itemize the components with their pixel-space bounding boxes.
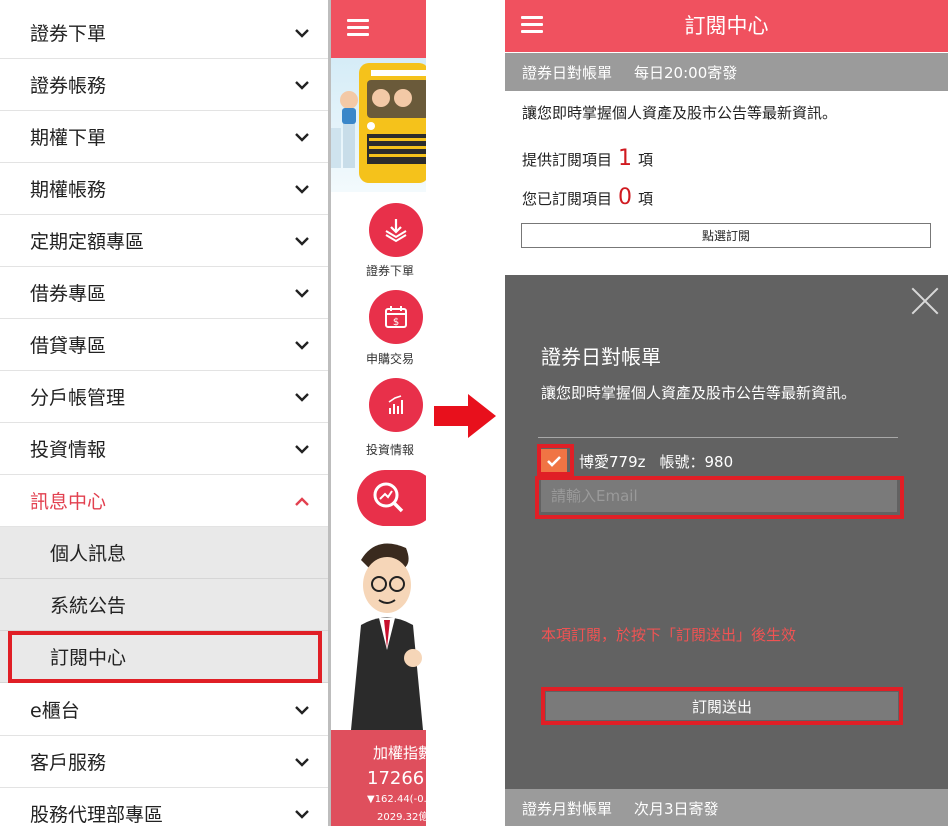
subscribed-prefix: 您已訂閱項目 xyxy=(522,190,613,208)
investment-info-shortcut[interactable] xyxy=(369,378,423,432)
subscription-note: 本項訂閱，於按下「訂閱送出」後生效 xyxy=(541,626,797,644)
subscribe-modal: 證券日對帳單 讓您即時掌握個人資產及股市公告等最新資訊。 博愛779z 帳號：9… xyxy=(505,275,948,789)
shortcut-label: 申購交易 xyxy=(365,352,414,366)
menu-item-label: 分戶帳管理 xyxy=(30,387,126,409)
account-number: 帳號：980 xyxy=(659,452,734,471)
subscribed-suffix: 項 xyxy=(638,190,654,208)
ipo-subscription-shortcut[interactable]: $ xyxy=(369,290,423,344)
menu-item-regular-investment[interactable]: 定期定額專區 xyxy=(0,215,328,267)
subscribed-count: 0 xyxy=(618,185,633,210)
chevron-down-icon xyxy=(276,232,328,250)
menu-item-label: 訊息中心 xyxy=(30,491,107,513)
section-schedule: 每日20:00寄發 xyxy=(634,63,738,82)
page-title: 訂閱中心 xyxy=(684,14,769,38)
submenu-item-personal-messages[interactable]: 個人訊息 xyxy=(0,527,328,579)
menu-item-label: 期權下單 xyxy=(30,127,107,149)
app-header: 訂閱中心 xyxy=(505,0,948,52)
submenu-item-label: 個人訊息 xyxy=(50,543,127,565)
menu-item-label: 投資情報 xyxy=(30,439,107,461)
chevron-down-icon xyxy=(276,128,328,146)
index-change: ▼162.44(-0.9 xyxy=(367,794,426,805)
chevron-down-icon xyxy=(276,180,328,198)
offered-prefix: 提供訂閱項目 xyxy=(522,151,613,169)
menu-item-message-center[interactable]: 訊息中心 xyxy=(0,475,328,527)
chevron-down-icon xyxy=(276,753,328,771)
menu-item-e-counter[interactable]: e櫃台 xyxy=(0,684,328,736)
offered-count: 1 xyxy=(618,146,633,171)
shortcut-label: 證券下單 xyxy=(365,264,414,278)
search-shortcut[interactable] xyxy=(357,470,426,526)
menu-item-securities-order[interactable]: 證券下單 xyxy=(0,7,328,59)
submenu-item-system-announcements[interactable]: 系統公告 xyxy=(0,579,328,631)
menu-item-label: 證券下單 xyxy=(30,23,107,45)
magnifier-chart-icon xyxy=(373,482,404,513)
index-value: 17266.4 xyxy=(367,768,426,789)
menu-item-label: 證券帳務 xyxy=(30,75,107,97)
account-name: 博愛779z xyxy=(579,452,646,471)
chevron-down-icon xyxy=(276,440,328,458)
highlight-frame xyxy=(535,476,904,519)
offered-count-line: 提供訂閱項目 1 項 xyxy=(522,146,653,171)
chevron-down-icon xyxy=(276,284,328,302)
submenu-item-label: 系統公告 xyxy=(50,595,127,617)
menu-item-securities-lending[interactable]: 借券專區 xyxy=(0,267,328,319)
section-name: 證券日對帳單 xyxy=(522,63,613,82)
menu-item-sub-account[interactable]: 分戶帳管理 xyxy=(0,371,328,423)
school-bus-illustration xyxy=(331,63,426,183)
menu-item-label: 借券專區 xyxy=(30,283,107,305)
menu-item-stock-agency[interactable]: 股務代理部專區 xyxy=(0,788,328,826)
hamburger-menu-icon[interactable] xyxy=(347,19,369,37)
app-header xyxy=(331,0,426,58)
securities-order-shortcut[interactable] xyxy=(369,203,423,257)
click-to-subscribe-button[interactable]: 點選訂閱 xyxy=(521,223,931,248)
highlight-frame xyxy=(541,687,903,725)
calendar-dollar-icon: $ xyxy=(385,306,407,328)
chevron-down-icon xyxy=(276,388,328,406)
menu-item-label: 借貸專區 xyxy=(30,335,107,357)
chevron-down-icon xyxy=(276,805,328,823)
highlight-frame xyxy=(537,444,574,476)
promo-banner[interactable] xyxy=(331,58,426,192)
menu-item-label: 股務代理部專區 xyxy=(30,804,164,826)
section-schedule: 次月3日寄發 xyxy=(634,799,719,818)
home-screen-peek: 證券下單 $ 申購交易 投資情報 加權指數 1726 xyxy=(328,0,426,826)
subscription-center-screen: 訂閱中心 證券日對帳單 每日20:00寄發 讓您即時掌握個人資產及股市公告等最新… xyxy=(505,0,948,826)
menu-item-investment-info[interactable]: 投資情報 xyxy=(0,423,328,475)
section-description: 讓您即時掌握個人資產及股市公告等最新資訊。 xyxy=(522,104,838,122)
menu-item-label: 客戶服務 xyxy=(30,752,107,774)
index-ticker[interactable]: 加權指數 17266.4 ▼162.44(-0.9 2029.32億 xyxy=(331,730,426,826)
offered-suffix: 項 xyxy=(638,151,654,169)
download-icon xyxy=(385,219,407,243)
menu-item-securities-account[interactable]: 證券帳務 xyxy=(0,59,328,111)
menu-item-label: 定期定額專區 xyxy=(30,231,145,253)
bar-chart-icon xyxy=(388,395,403,414)
highlight-frame xyxy=(8,631,322,683)
index-volume: 2029.32億 xyxy=(377,812,426,823)
menu-item-label: 期權帳務 xyxy=(30,179,107,201)
chevron-up-icon xyxy=(276,492,328,510)
chevron-down-icon xyxy=(276,336,328,354)
menu-item-loan[interactable]: 借貸專區 xyxy=(0,319,328,371)
subscribed-count-line: 您已訂閱項目 0 項 xyxy=(522,185,653,210)
section-name: 證券月對帳單 xyxy=(522,799,613,818)
section-header-monthly-statement: 證券月對帳單 次月3日寄發 xyxy=(505,789,948,826)
menu-item-futures-order[interactable]: 期權下單 xyxy=(0,111,328,163)
section-header-daily-statement: 證券日對帳單 每日20:00寄發 xyxy=(505,53,948,91)
chevron-down-icon xyxy=(276,24,328,42)
mascot-illustration xyxy=(351,543,423,730)
right-arrow-icon xyxy=(434,394,496,438)
shortcut-label: 投資情報 xyxy=(365,443,414,457)
modal-title: 證券日對帳單 xyxy=(541,345,661,369)
menu-item-futures-account[interactable]: 期權帳務 xyxy=(0,163,328,215)
side-menu: 證券下單 證券帳務 期權下單 期權帳務 定期定額專區 借券專區 借貸專區 分戶帳… xyxy=(0,0,328,826)
divider xyxy=(538,437,898,438)
close-icon[interactable] xyxy=(911,287,939,315)
menu-item-customer-service[interactable]: 客戶服務 xyxy=(0,736,328,788)
chevron-down-icon xyxy=(276,76,328,94)
modal-description: 讓您即時掌握個人資產及股市公告等最新資訊。 xyxy=(541,384,857,402)
index-label: 加權指數 xyxy=(373,744,426,762)
chevron-down-icon xyxy=(276,701,328,719)
svg-text:$: $ xyxy=(393,317,399,328)
menu-item-label: e櫃台 xyxy=(30,700,80,722)
